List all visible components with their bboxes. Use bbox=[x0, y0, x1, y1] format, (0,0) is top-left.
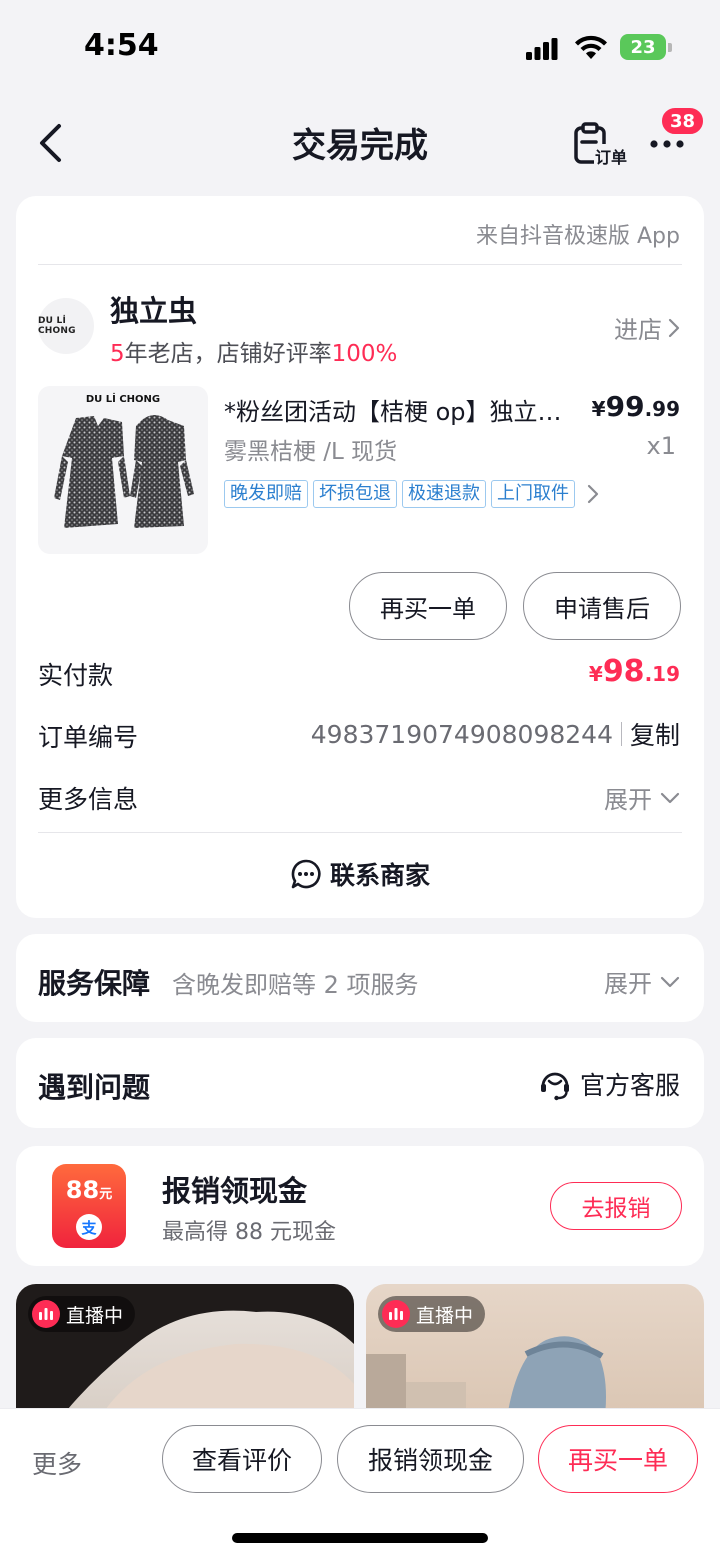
cash-subtitle: 最高得 88 元现金 bbox=[162, 1220, 336, 1245]
contact-seller-button[interactable]: 联系商家 bbox=[16, 856, 704, 892]
problem-card: 遇到问题 官方客服 bbox=[16, 1038, 704, 1128]
more-button[interactable]: 更多 bbox=[32, 1445, 82, 1481]
order-number-row: 4983719074908098244 复制 bbox=[311, 716, 680, 752]
cash-reward-card: 88元 支 报销领现金 最高得 88 元现金 去报销 bbox=[16, 1146, 704, 1266]
service-title: 服务保障 bbox=[38, 967, 151, 1000]
live-badge-label: 直播中 bbox=[416, 1304, 474, 1327]
battery-level: 23 bbox=[620, 34, 666, 60]
chat-bubble-icon bbox=[291, 859, 321, 889]
service-tags[interactable]: 晚发即赔 坏损包退 极速退款 上门取件 bbox=[224, 480, 600, 508]
live-stream-card[interactable]: 直播中 bbox=[16, 1284, 354, 1424]
status-time: 4:54 bbox=[84, 28, 159, 63]
paid-label: 实付款 bbox=[38, 661, 114, 690]
headset-icon bbox=[540, 1072, 569, 1101]
service-guarantee-card[interactable]: 服务保障 含晚发即赔等 2 项服务 展开 bbox=[16, 934, 704, 1022]
rebuy-bottom-button[interactable]: 再买一单 bbox=[538, 1425, 698, 1493]
alipay-icon: 支 bbox=[76, 1214, 102, 1240]
rebuy-button[interactable]: 再买一单 bbox=[349, 572, 507, 640]
official-support-button[interactable]: 官方客服 bbox=[538, 1066, 680, 1102]
product-quantity: x1 bbox=[646, 432, 676, 460]
chevron-right-icon bbox=[587, 484, 599, 504]
live-icon bbox=[32, 1300, 60, 1328]
shop-tag-mid: 年老店，店铺好评率 bbox=[124, 341, 332, 367]
more-info-label: 更多信息 bbox=[38, 785, 139, 814]
chevron-right-icon bbox=[668, 318, 680, 337]
product-title[interactable]: *粉丝团活动【桔梗 op】独立虫 春季新款 bbox=[224, 392, 564, 427]
price-decimal: .99 bbox=[644, 397, 680, 421]
service-expand[interactable]: 展开 bbox=[604, 964, 680, 999]
source-app-label: 来自抖音极速版 App bbox=[476, 224, 680, 249]
enter-shop-label: 进店 bbox=[614, 316, 662, 344]
shop-rating-text: 5年老店，店铺好评率100% bbox=[110, 334, 397, 368]
claim-cash-button[interactable]: 去报销 bbox=[550, 1182, 682, 1230]
more-info-expand[interactable]: 展开 bbox=[604, 780, 680, 815]
copy-button[interactable]: 复制 bbox=[630, 716, 680, 752]
service-tag: 极速退款 bbox=[402, 480, 486, 508]
dress-illustration bbox=[54, 415, 194, 528]
after-sale-button[interactable]: 申请售后 bbox=[523, 572, 681, 640]
home-indicator bbox=[232, 1533, 488, 1543]
price-integer: 99 bbox=[605, 390, 645, 423]
divider bbox=[38, 832, 682, 833]
paid-amount: ¥98.19 bbox=[589, 654, 680, 689]
service-tag: 上门取件 bbox=[491, 480, 575, 508]
paid-integer: 98 bbox=[602, 654, 645, 689]
expand-label: 展开 bbox=[604, 786, 652, 814]
order-list-button[interactable]: 订单 bbox=[572, 122, 632, 168]
shop-years: 5 bbox=[110, 341, 125, 367]
shop-name[interactable]: 独立虫 bbox=[110, 288, 197, 330]
product-image[interactable]: DU Lİ CHONG bbox=[38, 386, 208, 554]
cellular-signal-icon bbox=[526, 38, 558, 60]
live-badge-label: 直播中 bbox=[66, 1304, 124, 1327]
product-price: ¥99.99 bbox=[592, 390, 680, 423]
order-number-label: 订单编号 bbox=[38, 723, 139, 752]
order-card: 来自抖音极速版 App DU Lİ CHONG 独立虫 5年老店，店铺好评率10… bbox=[16, 196, 704, 918]
product-spec: 雾黑桔梗 /L 现货 bbox=[224, 439, 398, 465]
service-tag: 坏损包退 bbox=[313, 480, 397, 508]
cash-title: 报销领现金 bbox=[162, 1174, 308, 1208]
live-badge: 直播中 bbox=[378, 1296, 486, 1332]
notification-badge: 38 bbox=[660, 106, 706, 136]
claim-cash-bottom-button[interactable]: 报销领现金 bbox=[337, 1425, 524, 1493]
chevron-down-icon bbox=[660, 976, 680, 987]
shop-logo[interactable]: DU Lİ CHONG bbox=[38, 298, 94, 354]
cash-icon-amount: 88元 bbox=[65, 1176, 113, 1204]
battery-indicator: 23 bbox=[620, 34, 672, 60]
price-symbol: ¥ bbox=[591, 397, 606, 421]
live-icon bbox=[382, 1300, 410, 1328]
order-button-label: 订单 bbox=[594, 144, 629, 168]
service-description: 含晚发即赔等 2 项服务 bbox=[172, 971, 419, 999]
paid-decimal: .19 bbox=[644, 662, 680, 686]
view-review-button[interactable]: 查看评价 bbox=[162, 1425, 322, 1493]
enter-shop-link[interactable]: 进店 bbox=[614, 310, 680, 345]
expand-label: 展开 bbox=[604, 970, 652, 998]
service-tag: 晚发即赔 bbox=[224, 480, 308, 508]
cash-reward-icon: 88元 支 bbox=[52, 1164, 126, 1248]
live-stream-card[interactable]: 直播中 bbox=[366, 1284, 704, 1424]
bottom-action-bar: 更多 查看评价 报销领现金 再买一单 bbox=[0, 1408, 720, 1558]
divider bbox=[38, 264, 682, 265]
separator bbox=[620, 722, 622, 746]
live-badge: 直播中 bbox=[28, 1296, 136, 1332]
contact-seller-label: 联系商家 bbox=[329, 861, 430, 890]
support-label: 官方客服 bbox=[579, 1071, 680, 1100]
wifi-icon bbox=[575, 35, 607, 59]
chevron-down-icon bbox=[660, 792, 680, 803]
paid-symbol: ¥ bbox=[588, 662, 603, 686]
battery-tip bbox=[668, 43, 672, 52]
problem-title: 遇到问题 bbox=[38, 1071, 151, 1104]
shop-rate: 100% bbox=[331, 341, 398, 367]
order-number-value: 4983719074908098244 bbox=[310, 719, 613, 749]
